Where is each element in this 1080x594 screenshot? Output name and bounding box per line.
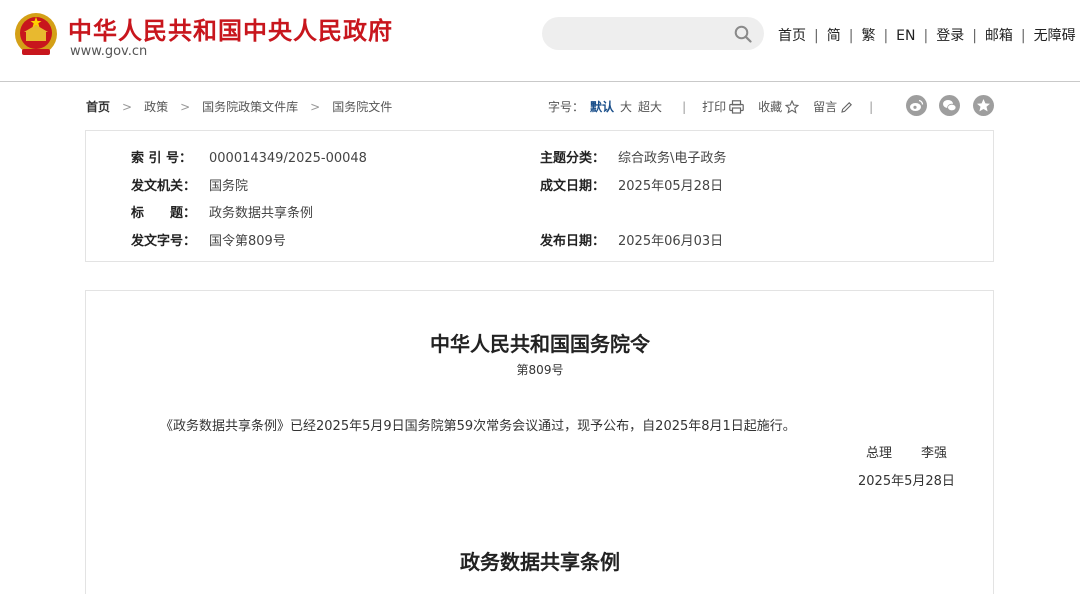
nav-separator: | bbox=[814, 28, 819, 44]
info-title-row: 标 题： 政务数据共享条例 bbox=[131, 202, 313, 221]
print-label: 打印 bbox=[702, 100, 727, 114]
breadcrumb: 首页 > 政策 > 国务院政策文件库 > 国务院文件 bbox=[86, 98, 392, 115]
site-domain: www.gov.cn bbox=[70, 44, 148, 59]
favorite-label: 收藏 bbox=[758, 100, 783, 114]
written-date-value: 2025年05月28日 bbox=[618, 179, 724, 194]
font-size-label: 字号： bbox=[548, 100, 585, 114]
topic-label: 主题分类： bbox=[540, 151, 606, 166]
comment-button[interactable]: 留言 bbox=[813, 98, 853, 115]
index-value: 000014349/2025-00048 bbox=[209, 151, 367, 166]
docno-value: 国令第809号 bbox=[209, 234, 286, 249]
article-tools: 字号： 默认大超大 | 打印 收藏 留言 | bbox=[548, 98, 889, 115]
nav-simplified-link[interactable]: 简 bbox=[827, 25, 841, 45]
top-nav: 首页 | 简 | 繁 | EN | 登录 | 邮箱 | 无障碍 bbox=[778, 25, 1076, 45]
weibo-icon bbox=[910, 99, 924, 111]
info-docno-row: 发文字号： 国令第809号 bbox=[131, 230, 286, 249]
comment-label: 留言 bbox=[813, 100, 838, 114]
issuer-value: 国务院 bbox=[209, 179, 249, 194]
font-large-button[interactable]: 大 bbox=[620, 98, 632, 115]
search-input[interactable] bbox=[542, 17, 764, 50]
info-written-date-row: 成文日期： 2025年05月28日 bbox=[540, 175, 723, 194]
qzone-share-button[interactable] bbox=[973, 95, 994, 116]
topic-value: 综合政务\电子政务 bbox=[618, 151, 727, 166]
info-issuer-row: 发文机关： 国务院 bbox=[131, 175, 248, 194]
info-topic-row: 主题分类： 综合政务\电子政务 bbox=[540, 147, 726, 166]
national-emblem-icon[interactable] bbox=[14, 12, 58, 58]
chevron-right-icon: > bbox=[122, 100, 133, 114]
document-title: 中华人民共和国国务院令 bbox=[430, 332, 650, 356]
breadcrumb-policy-library[interactable]: 国务院政策文件库 bbox=[202, 100, 298, 114]
nav-login-link[interactable]: 登录 bbox=[936, 25, 964, 45]
favorite-button[interactable]: 收藏 bbox=[758, 98, 800, 115]
info-publish-date-row: 发布日期： 2025年06月03日 bbox=[540, 230, 723, 249]
search-icon[interactable] bbox=[734, 25, 752, 43]
docno-label: 发文字号： bbox=[131, 234, 197, 249]
written-date-label: 成文日期： bbox=[540, 179, 606, 194]
nav-separator: | bbox=[923, 28, 929, 44]
font-xlarge-button[interactable]: 超大 bbox=[638, 98, 662, 115]
nav-english-link[interactable]: EN bbox=[896, 28, 915, 44]
pencil-icon bbox=[841, 102, 853, 113]
star-icon bbox=[784, 99, 800, 114]
info-index-row: 索 引 号： 000014349/2025-00048 bbox=[131, 147, 367, 166]
index-label: 索 引 号： bbox=[131, 151, 193, 166]
nav-accessibility-link[interactable]: 无障碍 bbox=[1034, 25, 1076, 45]
regulation-title: 政务数据共享条例 bbox=[460, 550, 620, 574]
breadcrumb-policy[interactable]: 政策 bbox=[144, 100, 168, 114]
publish-date-value: 2025年06月03日 bbox=[618, 234, 724, 249]
document-number: 第809号 bbox=[516, 363, 564, 377]
wechat-share-button[interactable] bbox=[939, 95, 960, 116]
signatory-name: 李强 bbox=[921, 446, 948, 461]
chevron-right-icon: > bbox=[310, 100, 321, 114]
nav-separator: | bbox=[972, 28, 977, 44]
site-header: 中华人民共和国中央人民政府 www.gov.cn 首页 | 简 | 繁 | EN | 登录 | 邮箱… bbox=[0, 0, 1080, 82]
nav-traditional-link[interactable]: 繁 bbox=[861, 25, 875, 45]
printer-icon bbox=[729, 100, 744, 114]
breadcrumb-home[interactable]: 首页 bbox=[86, 100, 110, 114]
nav-separator: | bbox=[883, 28, 889, 44]
site-title[interactable]: 中华人民共和国中央人民政府 bbox=[68, 11, 393, 46]
document-body-text: 《政务数据共享条例》已经2025年5月9日国务院第59次常务会议通过，现予公布，… bbox=[160, 419, 796, 434]
weibo-share-button[interactable] bbox=[906, 95, 927, 116]
tool-divider: | bbox=[682, 100, 687, 114]
nav-home-link[interactable]: 首页 bbox=[778, 25, 806, 45]
wechat-icon bbox=[943, 100, 957, 112]
chevron-right-icon: > bbox=[180, 100, 191, 114]
nav-separator: | bbox=[1020, 28, 1026, 44]
signature-date: 2025年5月28日 bbox=[858, 474, 955, 489]
publish-date-label: 发布日期： bbox=[540, 234, 606, 249]
breadcrumb-state-council-docs[interactable]: 国务院文件 bbox=[332, 100, 392, 114]
title-label: 标 题： bbox=[131, 206, 197, 221]
font-default-button[interactable]: 默认 bbox=[590, 98, 614, 115]
title-value: 政务数据共享条例 bbox=[209, 206, 314, 221]
print-button[interactable]: 打印 bbox=[702, 98, 744, 115]
issuer-label: 发文机关： bbox=[131, 179, 197, 194]
nav-separator: | bbox=[848, 28, 854, 44]
tool-divider: | bbox=[869, 100, 874, 114]
nav-mail-link[interactable]: 邮箱 bbox=[985, 25, 1013, 45]
signatory-title: 总理 bbox=[866, 446, 893, 461]
qzone-icon bbox=[977, 99, 990, 112]
